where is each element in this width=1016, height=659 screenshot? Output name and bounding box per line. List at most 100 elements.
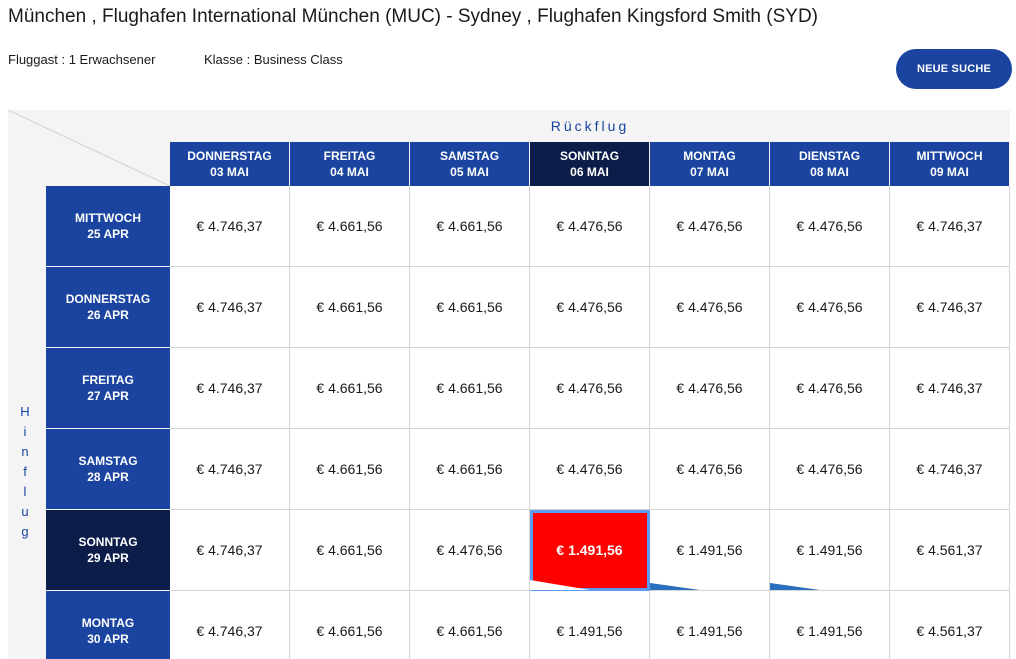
cheapest-fare-marker xyxy=(770,583,820,590)
fare-cell[interactable]: € 4.476,56 xyxy=(410,510,530,591)
fare-cell[interactable]: € 4.746,37 xyxy=(890,267,1010,348)
return-day-label: DONNERSTAG xyxy=(187,149,272,163)
fare-price: € 4.746,37 xyxy=(916,461,983,477)
fare-price: € 4.561,37 xyxy=(916,542,983,558)
fare-cell[interactable]: € 4.746,37 xyxy=(890,348,1010,429)
fare-cell[interactable]: € 4.476,56 xyxy=(770,186,890,267)
return-date-header[interactable]: DONNERSTAG 03 MAI xyxy=(170,142,289,186)
return-day-label: DIENSTAG xyxy=(798,149,861,163)
fare-cell[interactable]: € 4.661,56 xyxy=(290,591,410,659)
outbound-date-header[interactable]: DONNERSTAG 26 APR xyxy=(46,267,170,347)
fare-cell[interactable]: € 4.476,56 xyxy=(530,429,650,510)
outbound-date-header[interactable]: MONTAG 30 APR xyxy=(46,591,170,659)
return-date-label: 06 MAI xyxy=(570,165,609,179)
fare-price: € 4.746,37 xyxy=(196,623,263,639)
fare-cell[interactable]: € 4.661,56 xyxy=(410,591,530,659)
outbound-date-header[interactable]: MITTWOCH 25 APR xyxy=(46,186,170,266)
fare-cell[interactable]: € 4.661,56 xyxy=(410,348,530,429)
fare-price: € 4.746,37 xyxy=(916,218,983,234)
fare-cell[interactable]: € 4.661,56 xyxy=(290,510,410,591)
outbound-flight-label: Hinflug xyxy=(18,402,32,542)
return-flight-label: Rückflug xyxy=(550,118,630,134)
fare-price: € 4.476,56 xyxy=(676,299,743,315)
fare-cell[interactable]: € 4.561,37 xyxy=(890,591,1010,659)
fare-price: € 4.476,56 xyxy=(436,542,503,558)
fare-cell[interactable]: € 1.491,56 xyxy=(770,510,890,591)
outbound-date-label: 27 APR xyxy=(87,389,129,403)
fare-price: € 4.661,56 xyxy=(316,218,383,234)
outbound-label-letter: i xyxy=(23,424,27,439)
fare-price: € 4.661,56 xyxy=(316,461,383,477)
fare-cell[interactable]: € 1.491,56 xyxy=(650,510,770,591)
fare-cell[interactable]: € 4.476,56 xyxy=(770,429,890,510)
return-date-label: 03 MAI xyxy=(210,165,249,179)
outbound-day-label: FREITAG xyxy=(82,373,134,387)
fare-cell[interactable]: € 4.746,37 xyxy=(890,186,1010,267)
fare-price: € 1.491,56 xyxy=(796,542,863,558)
fare-cell[interactable]: € 4.661,56 xyxy=(410,186,530,267)
fare-cell[interactable]: € 4.476,56 xyxy=(650,186,770,267)
fare-cell[interactable]: € 4.661,56 xyxy=(290,186,410,267)
fare-price: € 4.661,56 xyxy=(316,542,383,558)
fare-cell[interactable]: € 4.746,37 xyxy=(170,348,290,429)
return-date-header[interactable]: FREITAG 04 MAI xyxy=(290,142,409,186)
fare-price: € 4.476,56 xyxy=(796,380,863,396)
fare-cell[interactable]: € 4.746,37 xyxy=(170,267,290,348)
fare-cell[interactable]: € 4.661,56 xyxy=(290,429,410,510)
return-day-label: MONTAG xyxy=(683,149,736,163)
return-date-header[interactable]: MITTWOCH 09 MAI xyxy=(890,142,1009,186)
outbound-date-header[interactable]: SONNTAG 29 APR xyxy=(46,510,170,590)
outbound-date-header[interactable]: FREITAG 27 APR xyxy=(46,348,170,428)
return-day-label: SONNTAG xyxy=(559,149,620,163)
fare-cell[interactable]: € 4.476,56 xyxy=(530,348,650,429)
fare-price: € 4.476,56 xyxy=(796,299,863,315)
fare-cell[interactable]: € 1.491,56 xyxy=(770,591,890,659)
return-date-header[interactable]: SONNTAG 06 MAI xyxy=(530,142,649,186)
fare-cell[interactable]: € 4.746,37 xyxy=(890,429,1010,510)
fare-price: € 1.491,56 xyxy=(676,542,743,558)
fare-price: € 4.661,56 xyxy=(316,623,383,639)
fare-cell[interactable]: € 4.661,56 xyxy=(410,429,530,510)
fare-cell[interactable]: € 4.746,37 xyxy=(170,591,290,659)
fare-price: € 1.491,56 xyxy=(796,623,863,639)
fare-price: € 4.661,56 xyxy=(436,623,503,639)
outbound-label-letter: H xyxy=(20,404,30,419)
outbound-label-letter: u xyxy=(21,504,29,519)
fare-cell[interactable]: € 4.476,56 xyxy=(650,429,770,510)
fare-price: € 4.746,37 xyxy=(196,461,263,477)
fare-cell[interactable]: € 4.661,56 xyxy=(410,267,530,348)
outbound-date-label: 28 APR xyxy=(87,470,129,484)
fare-cell[interactable]: € 4.746,37 xyxy=(170,510,290,591)
fare-price: € 4.661,56 xyxy=(316,380,383,396)
fare-cell[interactable]: € 4.746,37 xyxy=(170,186,290,267)
fare-cell[interactable]: € 4.746,37 xyxy=(170,429,290,510)
fare-price: € 4.746,37 xyxy=(196,380,263,396)
fare-cell[interactable]: € 4.476,56 xyxy=(530,186,650,267)
return-date-header[interactable]: SAMSTAG 05 MAI xyxy=(410,142,529,186)
corner-diagonal xyxy=(8,110,170,186)
fare-cell[interactable]: € 4.661,56 xyxy=(290,267,410,348)
return-date-header[interactable]: DIENSTAG 08 MAI xyxy=(770,142,889,186)
fare-cell[interactable]: € 1.491,56 xyxy=(650,591,770,659)
fare-price: € 4.476,56 xyxy=(556,218,623,234)
fare-cell[interactable]: € 4.476,56 xyxy=(770,348,890,429)
outbound-label-letter: g xyxy=(21,524,29,539)
fare-price: € 4.476,56 xyxy=(676,218,743,234)
outbound-date-header[interactable]: SAMSTAG 28 APR xyxy=(46,429,170,509)
outbound-day-label: SONNTAG xyxy=(78,535,138,549)
outbound-day-label: DONNERSTAG xyxy=(65,292,151,306)
fare-cell[interactable]: € 4.661,56 xyxy=(290,348,410,429)
fare-cell[interactable]: € 4.476,56 xyxy=(650,267,770,348)
return-date-header[interactable]: MONTAG 07 MAI xyxy=(650,142,769,186)
new-search-button[interactable]: NEUE SUCHE xyxy=(896,49,1012,89)
fare-cell[interactable]: € 4.561,37 xyxy=(890,510,1010,591)
fare-cell[interactable]: € 4.476,56 xyxy=(770,267,890,348)
fare-cell-selected[interactable]: € 1.491,56 xyxy=(530,510,650,591)
fare-price: € 4.746,37 xyxy=(196,299,263,315)
fare-cell[interactable]: € 4.476,56 xyxy=(650,348,770,429)
outbound-date-label: 29 APR xyxy=(87,551,129,565)
return-date-label: 09 MAI xyxy=(930,165,969,179)
fare-cell[interactable]: € 1.491,56 xyxy=(530,591,650,659)
fare-matrix: Rückflug Hinflug DONNERSTAG 03 MAI FREITAG… xyxy=(8,110,1010,659)
fare-cell[interactable]: € 4.476,56 xyxy=(530,267,650,348)
